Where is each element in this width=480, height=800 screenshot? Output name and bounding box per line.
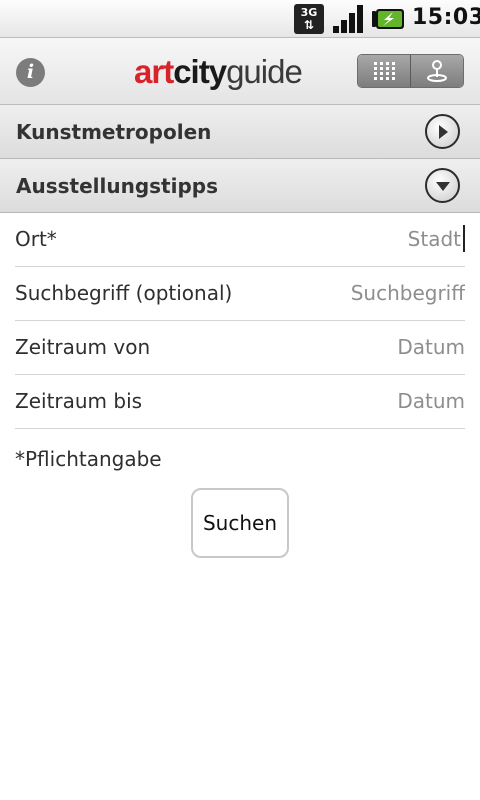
section-ausstellungstipps[interactable]: Ausstellungstipps (0, 159, 480, 213)
view-toggle (357, 54, 464, 88)
form-row-zeitraum-bis: Zeitraum bis (15, 375, 465, 429)
battery-charging-icon (372, 9, 404, 29)
grid-view-icon (374, 62, 395, 80)
required-note: *Pflichtangabe (15, 447, 162, 471)
field-label-zeitraum-bis: Zeitraum bis (15, 389, 143, 413)
logo-guide: guide (226, 53, 303, 90)
app-header: i artcityguide (0, 38, 480, 105)
grid-view-button[interactable] (358, 55, 410, 87)
data-arrows-icon: ⇅ (303, 18, 315, 32)
network-3g-icon: 3G ⇅ (294, 4, 324, 34)
search-button[interactable]: Suchen (191, 488, 289, 558)
logo-city: city (173, 53, 227, 90)
info-icon[interactable]: i (16, 58, 45, 87)
field-label-ort: Ort* (15, 227, 57, 251)
logo-art: art (134, 53, 174, 90)
date-from-input[interactable] (265, 330, 465, 364)
field-label-zeitraum-von: Zeitraum von (15, 335, 151, 359)
search-term-input[interactable] (265, 276, 465, 310)
city-input[interactable] (261, 222, 465, 256)
chevron-right-circle-icon[interactable] (425, 114, 460, 149)
text-cursor (463, 225, 465, 252)
chevron-down-circle-icon[interactable] (425, 168, 460, 203)
signal-strength-icon (333, 5, 363, 33)
section-kunstmetropolen[interactable]: Kunstmetropolen (0, 105, 480, 159)
form-row-zeitraum-von: Zeitraum von (15, 321, 465, 375)
clock: 15:03 (412, 5, 480, 30)
section-title: Kunstmetropolen (16, 120, 212, 144)
section-title: Ausstellungstipps (16, 174, 219, 198)
field-label-suchbegriff: Suchbegriff (optional) (15, 281, 233, 305)
status-bar: 3G ⇅ 15:03 (0, 0, 480, 38)
form-row-ort: Ort* (15, 213, 465, 267)
form-row-suchbegriff: Suchbegriff (optional) (15, 267, 465, 321)
date-to-input[interactable] (265, 384, 465, 418)
map-location-icon (427, 60, 447, 82)
map-view-button[interactable] (410, 55, 463, 87)
app-logo: artcityguide (134, 52, 303, 92)
